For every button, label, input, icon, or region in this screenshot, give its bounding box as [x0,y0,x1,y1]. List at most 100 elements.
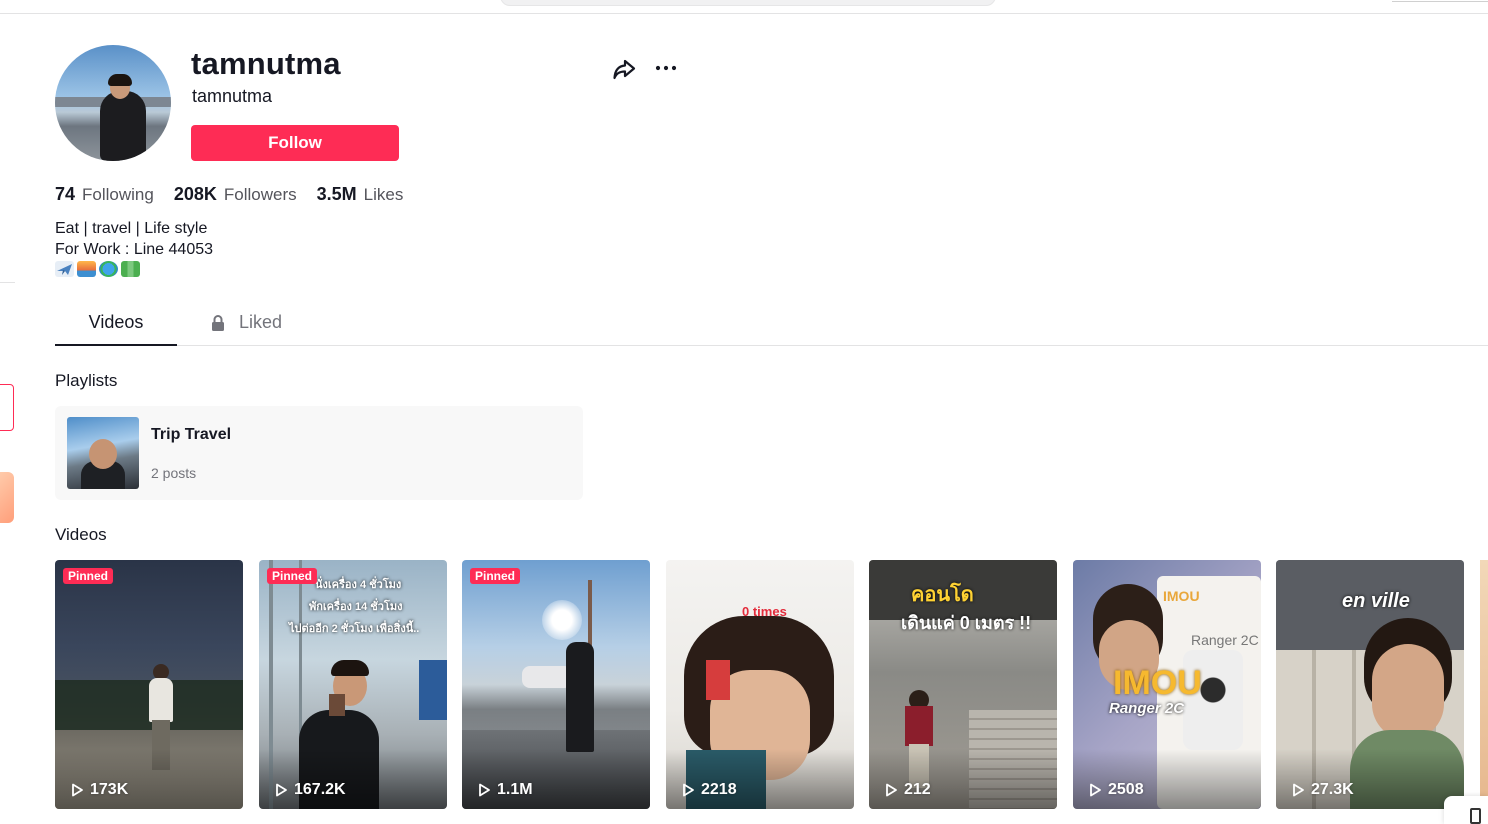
get-app-button[interactable] [1444,796,1488,824]
video-scene [905,706,933,746]
stat-likes: 3.5M Likes [317,184,404,205]
video-overlay-text: Ranger 2C [1191,632,1259,648]
playlist-card[interactable]: Trip Travel 2 posts [55,406,583,500]
video-scene [329,694,345,716]
video-card[interactable]: 0 times 2218 [666,560,854,809]
playlists-heading: Playlists [55,371,118,390]
sidebar-login-button[interactable] [0,384,14,431]
tab-label: Videos [88,312,144,332]
video-card[interactable]: นั่งเครื่อง 4 ชั่วโมง พักเครื่อง 14 ชั่ว… [259,560,447,809]
videos-heading: Videos [55,525,107,544]
video-overlay-text: IMOU [1163,588,1200,604]
video-card[interactable]: en ville 27.3K [1276,560,1464,809]
video-shade [869,749,1057,809]
profile-avatar[interactable] [55,45,171,161]
globe-emoji-icon [99,261,118,277]
video-overlay-text: 0 times [742,604,787,619]
thumbnail-face [89,439,117,469]
sidebar-edge [0,14,16,824]
sunrise-picture-emoji-icon [77,261,96,277]
tab-liked[interactable]: Liked [210,300,282,345]
bio-line: For Work : Line 44053 [55,241,214,258]
stat-value: 208K [173,184,217,204]
profile-stats: 74 Following 208K Followers 3.5M Likes [55,184,423,205]
stat-following[interactable]: 74 Following [55,184,154,205]
video-card[interactable]: IMOU Ranger 2C IMOU Ranger 2C 2508 [1073,560,1261,809]
video-shade [55,749,243,809]
video-scene [1372,644,1444,740]
more-options-icon[interactable] [652,55,680,83]
profile-bio: Eat | travel | Life style For Work : Lin… [55,218,213,260]
video-scene [542,600,582,640]
top-navigation-bar [0,0,1488,14]
video-shade [1276,749,1464,809]
video-scene [149,678,173,722]
pinned-badge: Pinned [63,568,114,584]
video-views: 1.1M [476,781,533,799]
tab-label: Liked [239,312,283,332]
video-overlay-text: IMOU [1113,664,1202,702]
tab-active-indicator [55,344,177,346]
top-right-control[interactable] [1392,0,1488,2]
video-scene [706,660,730,700]
pinned-badge: Pinned [267,568,318,584]
play-icon [276,783,287,797]
video-overlay-text: นั่งเครื่อง 4 ชั่วโมง [315,579,402,591]
video-card[interactable]: คอนโด เดินแค่ 0 เมตร !! 212 [869,560,1057,809]
sidebar-banner[interactable] [0,472,14,523]
avatar-figure [100,91,146,161]
video-overlay-text: ไปต่ออีก 2 ชั่วโมง เพื่อสิ่งนี้.. [289,623,420,635]
video-shade [462,749,650,809]
playlist-thumbnail [67,417,139,489]
stat-followers[interactable]: 208K Followers [174,184,297,205]
video-views: 2508 [1087,781,1144,799]
video-card[interactable]: Pinned 173K [55,560,243,809]
map-emoji-icon [121,261,140,277]
playlist-post-count: 2 posts [151,465,197,481]
video-shade [1073,749,1261,809]
phone-icon [1470,808,1481,824]
video-scene [522,666,572,688]
video-views: 27.3K [1290,781,1354,799]
view-count: 212 [904,781,931,798]
video-scene [331,660,369,676]
tab-videos[interactable]: Videos [55,300,177,346]
play-icon [886,783,897,797]
stat-label: Followers [223,185,297,204]
follow-button[interactable]: Follow [191,125,399,161]
airplane-emoji-icon [55,261,74,277]
lock-icon [212,314,224,331]
view-count: 1.1M [497,781,533,798]
video-card-partial[interactable] [1480,560,1488,809]
video-overlay-text: คอนโด [911,584,974,606]
video-card[interactable]: Pinned 1.1M [462,560,650,809]
play-icon [72,783,83,797]
search-input[interactable] [500,0,996,6]
play-icon [683,783,694,797]
video-overlay-text: เดินแค่ 0 เมตร !! [901,613,1032,633]
playlist-name: Trip Travel [151,426,232,443]
play-icon [1090,783,1101,797]
video-overlay-text: พักเครื่อง 14 ชั่วโมง [309,601,403,613]
stat-label: Following [82,185,154,204]
video-shade [259,749,447,809]
video-scene [566,642,594,752]
view-count: 173K [90,781,129,798]
video-views: 2218 [680,781,737,799]
play-icon [1293,783,1304,797]
play-icon [479,783,490,797]
sidebar-divider [0,282,15,283]
bio-emojis [55,261,140,277]
video-views: 173K [69,781,128,799]
video-views: 167.2K [273,781,346,799]
video-grid: Pinned 173K นั่งเครื่อง 4 ชั่วโมง พักเคร… [55,560,1488,824]
share-icon[interactable] [610,55,638,83]
view-count: 2218 [701,781,737,798]
stat-value: 74 [55,184,76,204]
stat-label: Likes [363,185,404,204]
video-overlay-text: Ranger 2C [1109,700,1185,717]
video-scene [419,660,447,720]
profile-tabs: Videos Liked [55,300,1488,346]
profile-username: tamnutma [191,46,341,81]
stat-value: 3.5M [316,184,357,204]
